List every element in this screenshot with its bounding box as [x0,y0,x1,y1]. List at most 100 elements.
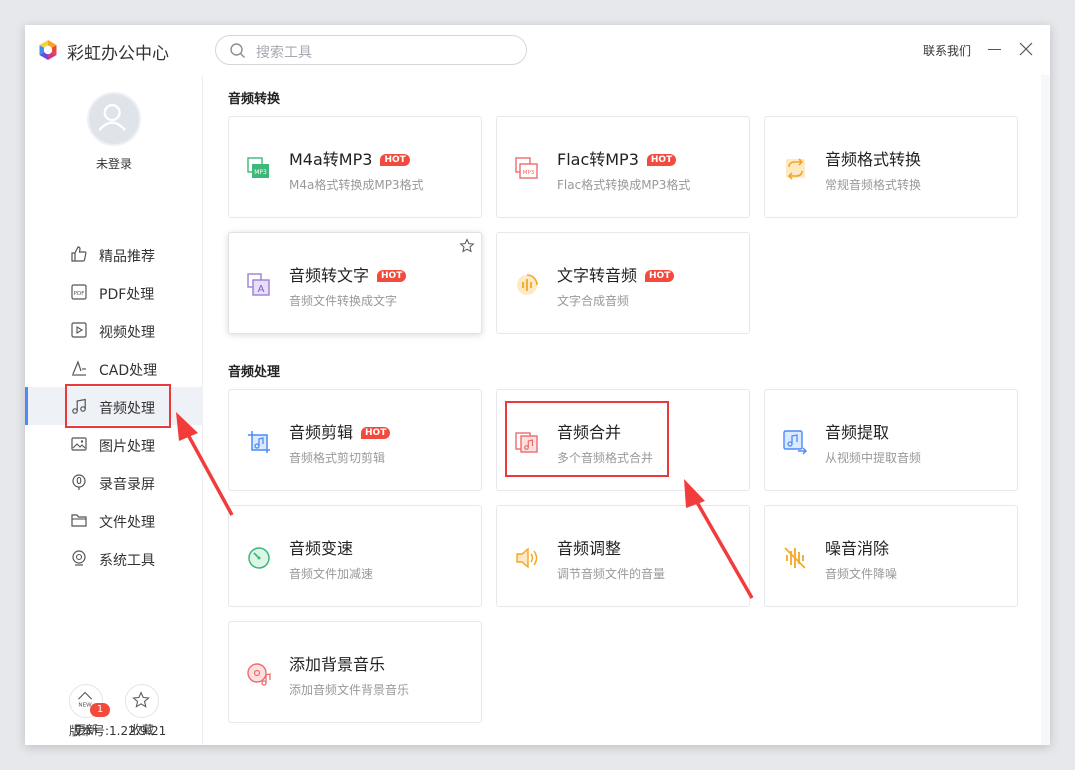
star-icon [132,691,150,708]
sidebar-item-label: 视频处理 [99,325,155,341]
card-title: 音频转文字 HOT [289,262,407,286]
svg-text:MP3: MP3 [523,170,535,176]
audio-crop-icon [248,431,270,453]
close-button[interactable] [1019,42,1033,56]
card-title: 文字转音频 HOT [557,262,675,286]
tool-card-m4a-to-mp3[interactable]: MP3 M4a转MP3 HOT M4a格式转换成MP3格式 [228,116,482,218]
sidebar-item-label: 系统工具 [99,553,155,569]
annotation-highlight-box [65,384,171,428]
tool-card-background-music[interactable]: 添加背景音乐 添加音频文件背景音乐 [228,621,482,723]
sidebar-item-image[interactable]: 图片处理 [25,425,203,463]
card-title: 音频剪辑 HOT [289,419,391,443]
sidebar-item-file[interactable]: 文件处理 [25,501,203,539]
sidebar-item-video[interactable]: 视频处理 [25,311,203,349]
hot-badge: HOT [377,270,407,282]
scrollbar-track[interactable] [1041,75,1050,745]
folder-icon [71,514,87,527]
sidebar-item-label: 录音录屏 [99,477,155,493]
thumbs-up-icon [71,246,87,262]
audio-format-convert-icon [786,158,805,180]
tool-card-volume-adjust[interactable]: 音频调整 调节音频文件的音量 [496,505,750,607]
card-title: 噪音消除 [825,539,890,558]
card-title: Flac转MP3 HOT [557,146,677,170]
hot-badge: HOT [645,270,675,282]
tool-card-audio-format-convert[interactable]: 音频格式转换 常规音频格式转换 [764,116,1018,218]
text-to-audio-icon [517,274,538,295]
section-title-audio-convert: 音频转换 [228,92,281,107]
card-title: 音频调整 [557,539,622,558]
audio-to-text-icon: A [247,273,270,296]
audio-extract-icon [783,430,807,455]
sidebar-item-label: 图片处理 [99,439,155,455]
sidebar-item-cad[interactable]: CAD处理 [25,349,203,387]
search-input[interactable]: 搜索工具 [215,35,527,65]
card-title: 音频变速 [289,539,354,558]
card-description: Flac格式转换成MP3格式 [557,178,691,192]
sidebar-item-pdf[interactable]: PDF PDF处理 [25,273,203,311]
sidebar: 未登录 精品推荐 PDF PDF处理 视频处理 CAD处理 音频处理 图片处理 … [25,75,203,745]
app-title: 彩虹办公中心 [67,44,169,64]
update-badge: 1 [90,703,110,717]
card-description: 音频文件加减速 [289,567,374,581]
pdf-icon: PDF [71,284,87,300]
hot-badge: HOT [361,427,391,439]
flac-to-mp3-icon: MP3 [515,157,538,179]
sidebar-item-system[interactable]: 系统工具 [25,539,203,577]
card-description: 添加音频文件背景音乐 [289,683,410,697]
app-window: 彩虹办公中心 搜索工具 联系我们 未登录 精品推荐 PDF PDF处理 视频处理… [25,25,1050,745]
card-title: 音频格式转换 [825,150,922,169]
avatar[interactable] [87,92,141,146]
search-icon [230,43,245,58]
volume-icon [516,547,538,569]
contact-us-link[interactable]: 联系我们 [923,42,971,59]
card-description: 文字合成音频 [557,294,630,308]
noise-reduction-icon [784,547,806,569]
card-title: 添加背景音乐 [289,655,386,674]
sidebar-item-label: PDF处理 [99,287,155,303]
sidebar-item-label: CAD处理 [99,363,158,379]
svg-text:A: A [258,284,265,295]
image-icon [71,437,87,451]
card-description: 从视频中提取音频 [825,451,922,465]
card-description: 音频格式剪切剪辑 [289,451,386,465]
tool-card-audio-speed[interactable]: 音频变速 音频文件加减速 [228,505,482,607]
card-description: M4a格式转换成MP3格式 [289,178,424,192]
sidebar-item-label: 精品推荐 [99,249,155,265]
card-title: 音频提取 [825,423,890,442]
search-placeholder: 搜索工具 [256,45,312,61]
audio-speed-icon [248,547,270,569]
card-description: 调节音频文件的音量 [557,567,666,581]
title-bar: 彩虹办公中心 搜索工具 联系我们 [25,25,1050,75]
card-description: 常规音频格式转换 [825,178,922,192]
login-status[interactable]: 未登录 [25,155,203,172]
favorites-button[interactable] [125,684,159,718]
record-icon [72,474,86,490]
m4a-to-mp3-icon: MP3 [247,157,269,178]
card-description: 音频文件转换成文字 [289,294,398,308]
section-title-audio-process: 音频处理 [228,365,281,380]
tool-card-audio-crop[interactable]: 音频剪辑 HOT 音频格式剪切剪辑 [228,389,482,491]
minimize-icon [988,49,1001,50]
tool-card-audio-extract[interactable]: 音频提取 从视频中提取音频 [764,389,1018,491]
tool-card-text-to-audio[interactable]: 文字转音频 HOT 文字合成音频 [496,232,750,334]
hot-badge: HOT [646,154,677,166]
card-title: M4a转MP3 HOT [289,146,410,170]
minimize-button[interactable] [987,37,1003,61]
sidebar-item-recommend[interactable]: 精品推荐 [25,235,203,273]
sidebar-item-record[interactable]: 录音录屏 [25,463,203,501]
video-play-icon [71,322,87,338]
svg-text:MP3: MP3 [254,169,267,176]
tool-card-audio-to-text[interactable]: A 音频转文字 HOT 音频文件转换成文字 [228,232,482,334]
svg-text:PDF: PDF [74,291,85,297]
version-label: 版本号:1.22.9.21 [69,724,167,738]
card-description: 音频文件降噪 [825,567,898,581]
hot-badge: HOT [380,154,410,166]
tool-card-noise-reduction[interactable]: 噪音消除 音频文件降噪 [764,505,1018,607]
user-icon [98,103,126,131]
favorite-star-icon[interactable] [459,238,475,254]
annotation-highlight-box [505,401,669,477]
rainbow-logo-icon [39,40,57,60]
system-tool-icon [72,550,86,566]
tool-card-flac-to-mp3[interactable]: MP3 Flac转MP3 HOT Flac格式转换成MP3格式 [496,116,750,218]
cad-icon [72,360,86,376]
